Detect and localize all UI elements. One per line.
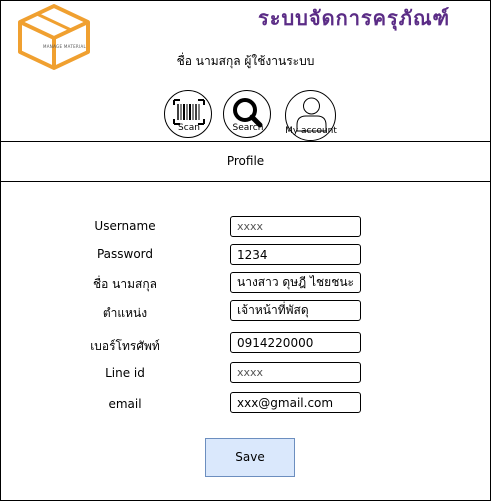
line-id-label: Line id	[105, 366, 145, 380]
phone-field[interactable]	[230, 332, 361, 353]
email-label: email	[108, 397, 142, 411]
position-field[interactable]	[230, 300, 361, 321]
app-title: ระบบจัดการครุภัณฑ์	[258, 6, 451, 30]
username-label: Username	[94, 219, 156, 233]
fullname-label: ชื่อ นามสกุล	[93, 277, 157, 291]
password-field[interactable]	[230, 244, 361, 265]
phone-label: เบอร์โทรศัพท์	[90, 339, 160, 353]
scan-button[interactable]: Scan	[164, 90, 212, 138]
username-field[interactable]	[230, 216, 361, 237]
save-button[interactable]: Save	[205, 438, 295, 477]
scan-label: Scan	[178, 123, 200, 133]
fullname-field[interactable]	[230, 272, 361, 293]
my-account-label: My account	[285, 126, 337, 136]
my-account-button[interactable]: My account	[285, 90, 337, 141]
position-label: ตำแหน่ง	[102, 306, 148, 320]
divider	[0, 181, 491, 182]
search-button[interactable]: Search	[223, 90, 271, 138]
line-id-field[interactable]	[230, 362, 361, 383]
password-label: Password	[96, 247, 154, 261]
search-label: Search	[232, 123, 264, 133]
user-name: ชื่อ นามสกุล ผู้ใช้งานระบบ	[176, 54, 315, 68]
email-field[interactable]	[230, 392, 361, 413]
tab-profile[interactable]: Profile	[0, 142, 491, 180]
logo-text: MANAGE MATERIAL	[43, 44, 87, 49]
